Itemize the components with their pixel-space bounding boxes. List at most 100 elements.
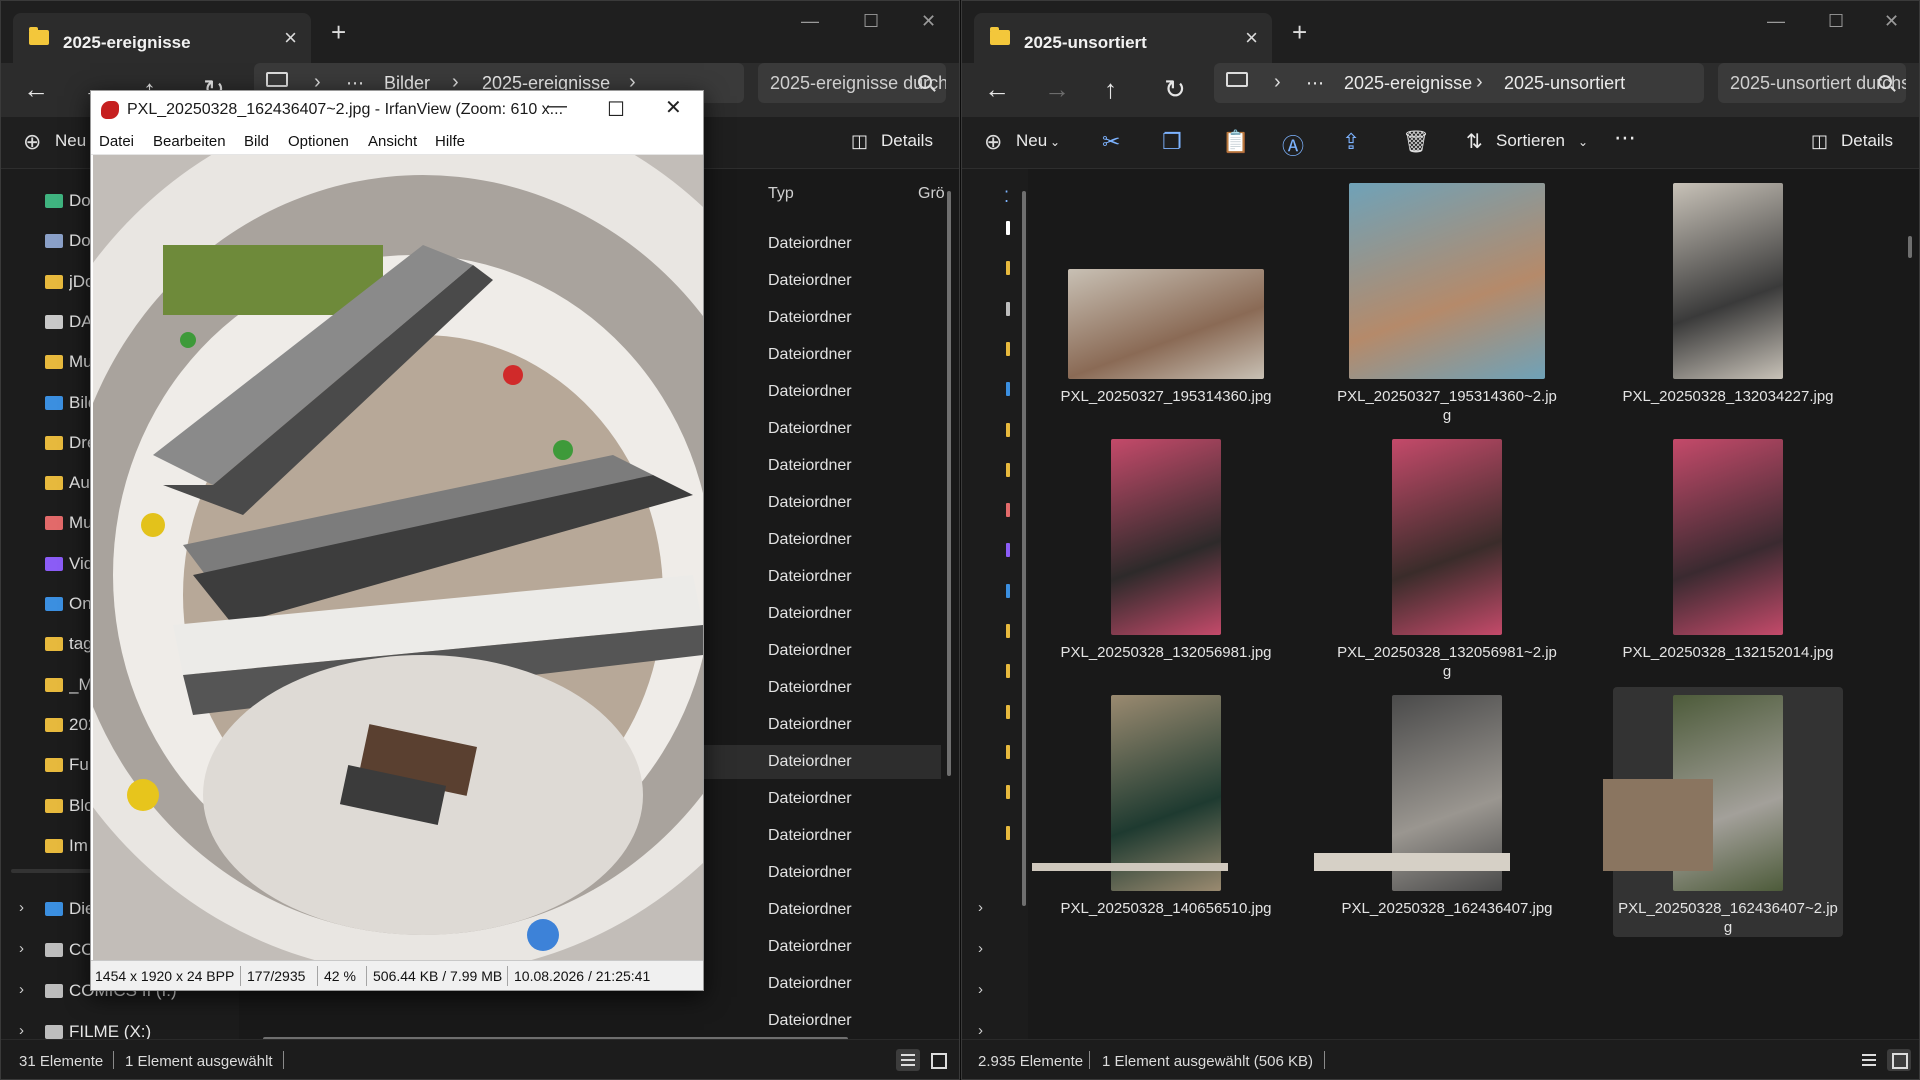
details-button[interactable]: Details [881,131,933,151]
expand-chevron-icon[interactable]: › [19,940,24,957]
collapsed-nav-icon[interactable] [1006,624,1010,638]
copy-icon[interactable]: ❐ [1162,129,1182,155]
breadcrumb-2025-unsortiert[interactable]: 2025-unsortiert [1504,73,1625,94]
sort-button[interactable]: Sortieren [1496,131,1565,151]
maximize-button[interactable]: ☐ [1828,11,1844,32]
minimize-button[interactable]: — [1767,11,1785,32]
thumbnail-tile[interactable]: PXL_20250328_140656510.jpg [1051,687,1281,937]
collapsed-nav-icon[interactable] [1006,664,1010,679]
collapsed-nav-icon[interactable] [1006,704,1010,719]
close-tab-icon[interactable]: × [1245,27,1258,49]
new-button[interactable]: Neu [55,131,86,151]
close-window-button[interactable]: ✕ [921,11,936,32]
back-button[interactable]: ← [23,71,49,107]
file-row[interactable]: Dateiordner [246,1004,941,1038]
tab-2025-unsortiert[interactable]: 2025-unsortiert × [974,13,1272,63]
breadcrumb-overflow[interactable]: ⋯ [1306,73,1324,94]
collapsed-nav-icon[interactable] [1006,341,1010,356]
collapsed-nav-icon[interactable] [1006,785,1010,800]
new-button[interactable]: Neu [1016,131,1047,151]
search-input[interactable]: 2025-unsortiert durchsuchen [1718,63,1906,103]
maximize-button[interactable]: ☐ [607,97,625,122]
address-bar[interactable]: › ⋯ 2025-ereignisse › 2025-unsortiert [1214,63,1704,103]
expand-chevron-icon[interactable]: › [19,1022,24,1039]
status-bar: 31 Elemente 1 Element ausgewählt [1,1039,959,1079]
column-header-size[interactable]: Grö [918,185,945,203]
column-header-type[interactable]: Typ [768,185,794,203]
tab-2025-ereignisse[interactable]: 2025-ereignisse × [13,13,311,63]
menu-datei[interactable]: Datei [99,133,134,150]
collapsed-nav-icon[interactable] [1006,583,1010,598]
thumbnail-tile[interactable]: PXL_20250328_162436407.jpg [1332,687,1562,937]
close-window-button[interactable]: ✕ [665,95,682,120]
nav-scrollbar[interactable] [1022,191,1026,906]
delete-icon[interactable]: 🗑 [1402,129,1430,155]
collapsed-nav-icon[interactable] [1006,261,1010,276]
menu-bild[interactable]: Bild [244,133,269,150]
thumbnail-image[interactable] [1032,863,1228,871]
tiles-view-button[interactable] [926,1049,950,1071]
collapsed-nav-icon[interactable] [1006,382,1010,397]
expand-chevron-icon[interactable]: › [978,899,983,916]
paste-icon[interactable]: 📋 [1222,129,1249,155]
details-view-button[interactable] [1857,1049,1881,1071]
vertical-scrollbar[interactable] [947,191,951,776]
tiles-view-button[interactable] [1887,1049,1911,1071]
minimize-button[interactable]: — [547,95,567,118]
breadcrumb-2025-ereignisse[interactable]: 2025-ereignisse [1344,73,1472,94]
back-button[interactable]: ← [984,71,1010,107]
new-tab-button[interactable]: + [331,19,346,45]
vertical-scrollbar[interactable] [1908,236,1912,258]
rename-icon[interactable]: Ⓐ [1282,129,1304,161]
details-view-button[interactable] [896,1049,920,1071]
expand-chevron-icon[interactable]: › [19,981,24,998]
folder-icon [45,274,63,289]
thumbnail-tile[interactable]: PXL_20250327_195314360~2.jp g [1332,175,1562,425]
collapsed-nav-icon[interactable] [1006,422,1010,437]
thumbnail-image[interactable] [1603,779,1713,871]
folder-icon [45,798,63,813]
refresh-button[interactable]: ↻ [1164,71,1186,107]
close-tab-icon[interactable]: × [284,27,297,49]
row-type: Dateiordner [768,1012,852,1029]
cloud-icon [45,597,63,611]
thumbnail-tile[interactable]: PXL_20250328_132152014.jpg [1613,431,1843,681]
collapsed-nav-icon[interactable] [1006,301,1010,316]
forward-button[interactable]: → [1044,71,1070,107]
thumbnail-tile[interactable]: PXL_20250327_195314360.jpg [1051,175,1281,425]
collapsed-nav-icon[interactable] [1006,825,1010,840]
expand-chevron-icon[interactable]: › [19,899,24,916]
collapsed-nav-icon[interactable] [1006,221,1010,235]
menu-optionen[interactable]: Optionen [288,133,349,150]
menu-ansicht[interactable]: Ansicht [368,133,417,150]
details-button[interactable]: Details [1841,131,1893,151]
expand-chevron-icon[interactable]: › [978,1022,983,1039]
irfanview-titlebar[interactable]: PXL_20250328_162436407~2.jpg - IrfanView… [91,91,703,129]
thumbnail-tile[interactable]: PXL_20250328_132056981.jpg [1051,431,1281,681]
collapsed-nav-icon[interactable] [1006,744,1010,759]
tab-title: 2025-ereignisse [63,33,191,52]
share-icon[interactable]: ⇪ [1342,129,1360,155]
menu-bearbeiten[interactable]: Bearbeiten [153,133,226,150]
thumbnail-tile[interactable]: PXL_20250328_132056981~2.jp g [1332,431,1562,681]
collapsed-nav-icon[interactable] [1006,503,1010,518]
collapsed-nav-icon[interactable] [1006,462,1010,477]
maximize-button[interactable]: ☐ [863,11,879,32]
minimize-button[interactable]: — [801,11,819,32]
close-window-button[interactable]: ✕ [1884,11,1899,32]
image-canvas[interactable] [93,155,703,961]
up-button[interactable]: ↑ [1104,71,1117,107]
folder-icon [45,677,63,692]
expand-chevron-icon[interactable]: › [978,940,983,957]
thumbnail-tile[interactable]: PXL_20250328_132034227.jpg [1613,175,1843,425]
row-type: Dateiordner [768,531,852,548]
menu-hilfe[interactable]: Hilfe [435,133,465,150]
expand-chevron-icon[interactable]: › [978,981,983,998]
search-input[interactable]: 2025-ereignisse durchsuchen [758,63,946,103]
collapsed-nav-icon[interactable] [1006,543,1010,558]
new-tab-button[interactable]: + [1292,19,1307,45]
thumbnail-image[interactable] [1314,853,1510,871]
row-type: Dateiordner [768,568,852,585]
cut-icon[interactable]: ✂ [1102,129,1120,155]
more-options-icon[interactable]: ⋯ [1614,125,1636,151]
